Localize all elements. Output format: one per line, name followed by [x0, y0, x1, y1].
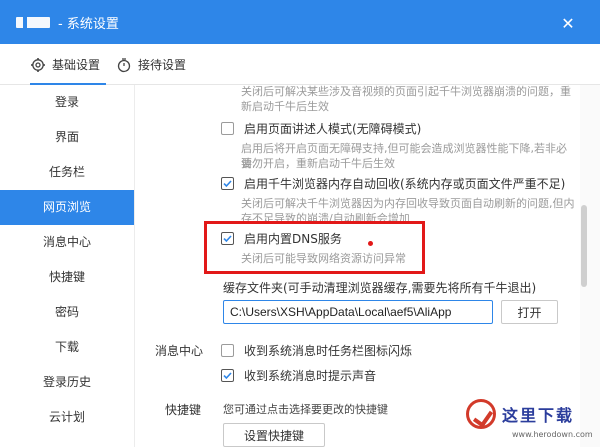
sidebar-item-taskbar[interactable]: 任务栏 — [0, 155, 134, 190]
sidebar-item-login-history[interactable]: 登录历史 — [0, 365, 134, 400]
av-crash-desc-line2: 新启动千牛后生效 — [241, 100, 329, 113]
app-logo — [16, 17, 50, 28]
window-title: - 系统设置 — [58, 17, 119, 32]
watermark-url: www.herodown.com — [512, 430, 593, 439]
cache-folder-label: 缓存文件夹(可手动清理浏览器缓存,需要先将所有千牛退出) — [223, 281, 537, 295]
close-icon: ✕ — [561, 13, 575, 33]
memory-recycle-checkbox[interactable] — [221, 177, 234, 190]
sidebar-item-shortcuts[interactable]: 快捷键 — [0, 260, 134, 295]
tab-reception-settings[interactable]: 接待设置 — [116, 44, 186, 85]
settings-tabs: 基础设置 接待设置 — [0, 44, 600, 86]
tab-basic-settings[interactable]: 基础设置 — [30, 44, 107, 86]
tab-label: 接待设置 — [138, 58, 187, 72]
sidebar-item-web-browsing[interactable]: 网页浏览 — [0, 190, 134, 225]
title-bar: - 系统设置 ✕ — [0, 0, 600, 44]
memory-recycle-option[interactable]: 启用千牛浏览器内存自动回收(系统内存或页面文件严重不足) — [221, 175, 565, 192]
checkmark-icon — [223, 372, 232, 380]
scrollbar-thumb[interactable] — [581, 205, 587, 287]
shortcut-section-label: 快捷键 — [165, 403, 202, 417]
set-shortcut-button[interactable]: 设置快捷键 — [223, 423, 325, 447]
shortcut-desc: 您可通过点击选择要更改的快捷键 — [223, 403, 388, 416]
sidebar-item-message-center[interactable]: 消息中心 — [0, 225, 134, 260]
sidebar-item-cloud-plan[interactable]: 云计划 — [0, 400, 134, 435]
cache-path-input[interactable] — [223, 300, 493, 324]
watermark: 这里下载 www.herodown.com — [466, 397, 600, 447]
message-sound-checkbox[interactable] — [221, 369, 234, 382]
taskbar-flash-label: 收到系统消息时任务栏图标闪烁 — [244, 344, 413, 358]
watermark-text: 这里下载 — [502, 406, 575, 425]
gear-icon — [30, 57, 46, 73]
sidebar-item-interface[interactable]: 界面 — [0, 120, 134, 155]
dns-highlight-box — [204, 221, 425, 274]
sidebar-item-login[interactable]: 登录 — [0, 85, 134, 120]
watermark-logo-icon — [466, 399, 496, 429]
narrator-mode-label: 启用页面讲述人模式(无障碍模式) — [244, 122, 422, 136]
annotation-dot — [368, 241, 373, 246]
tab-label: 基础设置 — [52, 58, 101, 72]
message-center-section-label: 消息中心 — [155, 344, 204, 358]
message-sound-option[interactable]: 收到系统消息时提示声音 — [221, 367, 376, 384]
message-sound-label: 收到系统消息时提示声音 — [244, 369, 377, 383]
av-crash-desc-line1: 关闭后可解决某些涉及音视频的页面引起千牛浏览器崩溃的问题，重 — [241, 85, 571, 98]
taskbar-flash-checkbox[interactable] — [221, 344, 234, 357]
narrator-desc-line2: 请勿开启，重新启动千牛后生效 — [241, 157, 395, 170]
memory-recycle-label: 启用千牛浏览器内存自动回收(系统内存或页面文件严重不足) — [244, 177, 566, 191]
close-button[interactable]: ✕ — [556, 12, 580, 34]
memory-recycle-desc-line1: 关闭后可解决千牛浏览器因为内存回收导致页面自动刷新的问题,但内 — [241, 197, 575, 210]
sidebar-item-password[interactable]: 密码 — [0, 295, 134, 330]
taskbar-flash-option[interactable]: 收到系统消息时任务栏图标闪烁 — [221, 342, 412, 359]
sidebar-item-download[interactable]: 下载 — [0, 330, 134, 365]
narrator-mode-option[interactable]: 启用页面讲述人模式(无障碍模式) — [221, 120, 421, 137]
narrator-mode-checkbox[interactable] — [221, 122, 234, 135]
timer-icon — [116, 57, 132, 73]
checkmark-icon — [223, 180, 232, 188]
settings-sidebar: 登录 界面 任务栏 网页浏览 消息中心 快捷键 密码 下载 登录历史 云计划 — [0, 85, 135, 447]
open-folder-button[interactable]: 打开 — [501, 300, 558, 324]
